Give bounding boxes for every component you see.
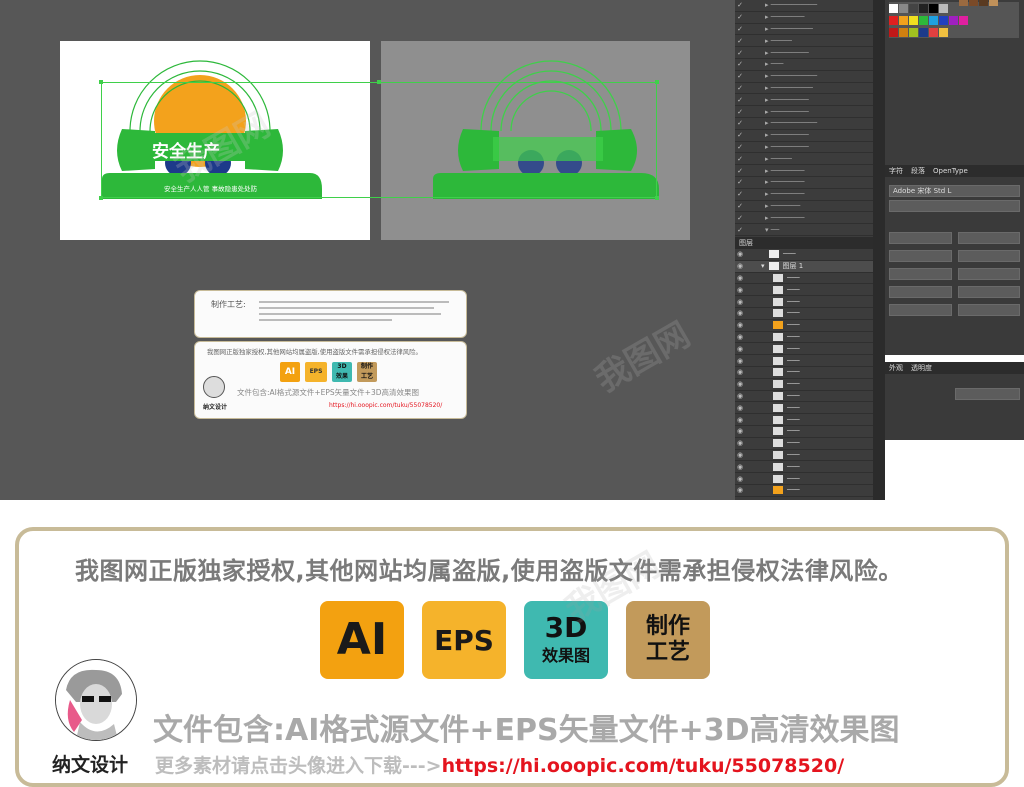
mini-eps-badge: EPS [305,362,327,382]
mini-ai-badge: AI [280,362,300,382]
layer-list[interactable]: ◉ ─── ◉ ─── ◉ ─── ◉ ─── ◉ ─── ◉ ─── ◉ ─── ◉ ─── … [735,273,873,497]
panel-divider [873,0,885,500]
canvas-workspace[interactable]: 安全生产 安全生产人人管 事故隐患处处防 制作工艺: 我图网正版独家授权,其他网… [0,0,735,500]
designer-avatar[interactable] [55,659,137,741]
kerning-field[interactable] [889,268,952,280]
scale-horizontal-field[interactable] [957,250,1020,262]
tracking-field[interactable] [957,268,1020,280]
download-link[interactable]: https://hi.ooopic.com/tuku/55078520/ [442,755,845,777]
language-field[interactable] [889,304,952,316]
layers-panel[interactable]: 图层 ◉ ─── ◉ ▾ 图层 1 ◉ ─── ◉ ─── ◉ ─── ◉ ─── ◉ ─── … [735,237,873,500]
font-size-field[interactable] [889,232,952,244]
swatch-grid[interactable] [885,0,1024,40]
swatches-panel[interactable] [885,0,1024,165]
scale-vertical-field[interactable] [889,250,952,262]
copyright-notice: 我图网正版独家授权,其他网站均属盗版,使用盗版文件需承担侵权法律风险。 [75,557,903,585]
craft-card[interactable]: 制作工艺: [194,290,467,338]
mini-notice: 我图网正版独家授权,其他网站均属盗版,使用盗版文件需承担侵权法律风险。 [207,348,422,356]
ai-format-badge: AI [320,601,404,679]
layers-tab[interactable]: 图层 [735,237,873,249]
download-prompt: 更多素材请点击头像进入下载--->https://hi.ooopic.com/t… [155,751,844,778]
info-card: 我图网正版独家授权,其他网站均属盗版,使用盗版文件需承担侵权法律风险。 AI E… [15,527,1009,787]
character-panel[interactable]: 字符 段落 OpenType Adobe 宋体 Std L [885,165,1024,355]
statue-portrait [56,660,136,740]
opacity-field[interactable] [955,388,1020,400]
layer-group-name[interactable]: 图层 1 [783,261,804,271]
resize-handle[interactable] [99,80,103,84]
file-contents: 文件包含:AI格式源文件+EPS矢量文件+3D高清效果图 [153,713,900,748]
transparency-panel[interactable]: 外观 透明度 [885,362,1024,440]
mini-3d-badge: 3D 效果 [332,362,352,382]
layers-panel-top[interactable]: ✓ ▸ ─────────── ✓ ▸ ──────── ✓ ▸ ──────────… [735,0,873,240]
resize-handle[interactable] [99,196,103,200]
mini-info-card[interactable]: 我图网正版独家授权,其他网站均属盗版,使用盗版文件需承担侵权法律风险。 AI E… [194,341,467,419]
craft-badge: 制作 工艺 [626,601,710,679]
rotation-field[interactable] [957,286,1020,298]
mini-brand: 纳文设计 [203,404,228,411]
eye-icon[interactable]: ◉ [735,250,745,258]
tab-opentype[interactable]: OpenType [933,167,968,175]
resize-handle[interactable] [377,80,381,84]
eps-format-badge: EPS [422,601,506,679]
resize-handle[interactable] [655,80,659,84]
baseline-field[interactable] [889,286,952,298]
download-prompt-text: 更多素材请点击头像进入下载---> [155,755,442,777]
tab-transparency[interactable]: 透明度 [911,363,932,373]
mini-link[interactable]: https://hi.ooopic.com/tuku/55078520/ [329,402,442,409]
resize-handle[interactable] [655,196,659,200]
mini-craft-badge: 制作 工艺 [357,362,377,382]
eye-icon[interactable]: ◉ [735,262,745,270]
brand-name: 纳文设计 [52,754,129,776]
tab-character[interactable]: 字符 [889,166,903,176]
font-style-field[interactable] [889,200,1020,212]
mini-file-contents: 文件包含:AI格式源文件+EPS矢量文件+3D高清效果图 [237,388,420,397]
craft-text-lines [259,301,449,321]
tab-appearance[interactable]: 外观 [889,363,903,373]
font-family-field[interactable]: Adobe 宋体 Std L [889,185,1020,197]
tab-paragraph[interactable]: 段落 [911,166,925,176]
antialias-field[interactable] [957,304,1020,316]
leading-field[interactable] [957,232,1020,244]
mini-avatar[interactable] [203,376,225,398]
craft-label: 制作工艺: [211,300,246,309]
